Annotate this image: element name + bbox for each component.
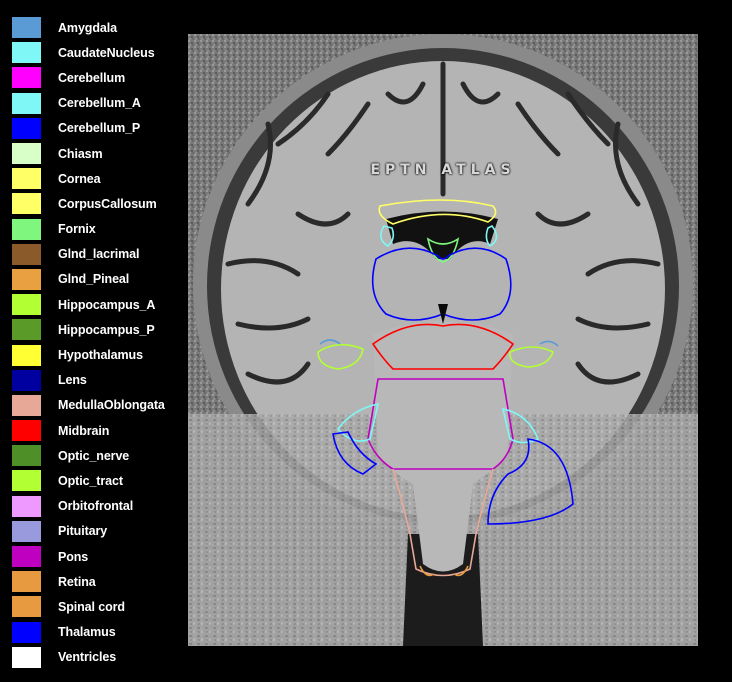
legend-item: Cerebellum <box>12 65 182 90</box>
legend-swatch <box>12 646 41 668</box>
legend-item: Glnd_Pineal <box>12 267 182 292</box>
mri-slice-svg <box>188 34 698 646</box>
legend-item: Thalamus <box>12 620 182 645</box>
legend-label: Cerebellum <box>58 70 126 85</box>
legend-swatch <box>12 67 41 89</box>
legend-item: Cerebellum_A <box>12 91 182 116</box>
legend-swatch <box>12 268 41 290</box>
legend-swatch <box>12 445 41 467</box>
legend-item: Lens <box>12 368 182 393</box>
legend-label: Hypothalamus <box>58 348 143 363</box>
legend-label: Cornea <box>58 171 101 186</box>
legend-swatch <box>12 470 41 492</box>
legend-item: Optic_tract <box>12 468 182 493</box>
legend-item: CorpusCallosum <box>12 191 182 216</box>
legend-swatch <box>12 420 41 442</box>
legend-label: Fornix <box>58 222 96 237</box>
legend-label: Optic_nerve <box>58 448 130 463</box>
legend-label: Midbrain <box>58 423 110 438</box>
legend-swatch <box>12 546 41 568</box>
watermark-text: EPTN ATLAS <box>370 162 516 178</box>
legend-swatch <box>12 344 41 366</box>
legend-item: Hippocampus_A <box>12 292 182 317</box>
legend-label: Orbitofrontal <box>58 499 134 514</box>
legend-item: Hypothalamus <box>12 342 182 367</box>
legend-swatch <box>12 621 41 643</box>
legend-label: Cerebellum_P <box>58 121 141 136</box>
legend-label: Hippocampus_A <box>58 297 156 312</box>
legend-label: MedullaOblongata <box>58 398 165 413</box>
legend-swatch <box>12 42 41 64</box>
legend-item: Pituitary <box>12 519 182 544</box>
legend-swatch <box>12 243 41 265</box>
legend-label: Ventricles <box>58 650 117 665</box>
legend-item: Amygdala <box>12 15 182 40</box>
legend-label: Optic_tract <box>58 473 123 488</box>
legend-item: MedullaOblongata <box>12 393 182 418</box>
structure-legend: Amygdala CaudateNucleus Cerebellum Cerebell… <box>12 15 182 670</box>
legend-label: Chiasm <box>58 146 103 161</box>
legend-label: CorpusCallosum <box>58 196 157 211</box>
legend-item: Chiasm <box>12 141 182 166</box>
legend-item: Fornix <box>12 217 182 242</box>
legend-swatch <box>12 495 41 517</box>
legend-item: Midbrain <box>12 418 182 443</box>
legend-label: Pituitary <box>58 524 108 539</box>
legend-swatch <box>12 193 41 215</box>
legend-label: Retina <box>58 574 96 589</box>
legend-label: Glnd_lacrimal <box>58 247 140 262</box>
legend-swatch <box>12 143 41 165</box>
legend-swatch <box>12 394 41 416</box>
legend-item: Cerebellum_P <box>12 116 182 141</box>
legend-swatch <box>12 596 41 618</box>
legend-label: CaudateNucleus <box>58 45 155 60</box>
legend-label: Amygdala <box>58 20 117 35</box>
legend-item: Optic_nerve <box>12 443 182 468</box>
legend-label: Glnd_Pineal <box>58 272 130 287</box>
legend-label: Thalamus <box>58 625 116 640</box>
legend-label: Pons <box>58 549 89 564</box>
legend-item: Spinal cord <box>12 594 182 619</box>
legend-item: CaudateNucleus <box>12 40 182 65</box>
legend-swatch <box>12 369 41 391</box>
mri-coronal-image: EPTN ATLAS <box>188 34 698 646</box>
legend-swatch <box>12 117 41 139</box>
legend-label: Lens <box>58 373 87 388</box>
legend-swatch <box>12 92 41 114</box>
legend-swatch <box>12 218 41 240</box>
legend-item: Cornea <box>12 166 182 191</box>
legend-swatch <box>12 17 41 39</box>
legend-item: Hippocampus_P <box>12 317 182 342</box>
legend-swatch <box>12 520 41 542</box>
legend-item: Glnd_lacrimal <box>12 242 182 267</box>
legend-label: Spinal cord <box>58 599 125 614</box>
legend-swatch <box>12 571 41 593</box>
legend-swatch <box>12 294 41 316</box>
legend-label: Cerebellum_A <box>58 96 141 111</box>
legend-label: Hippocampus_P <box>58 322 155 337</box>
legend-item: Orbitofrontal <box>12 494 182 519</box>
legend-swatch <box>12 168 41 190</box>
legend-item: Pons <box>12 544 182 569</box>
legend-item: Ventricles <box>12 645 182 670</box>
legend-swatch <box>12 319 41 341</box>
legend-item: Retina <box>12 569 182 594</box>
